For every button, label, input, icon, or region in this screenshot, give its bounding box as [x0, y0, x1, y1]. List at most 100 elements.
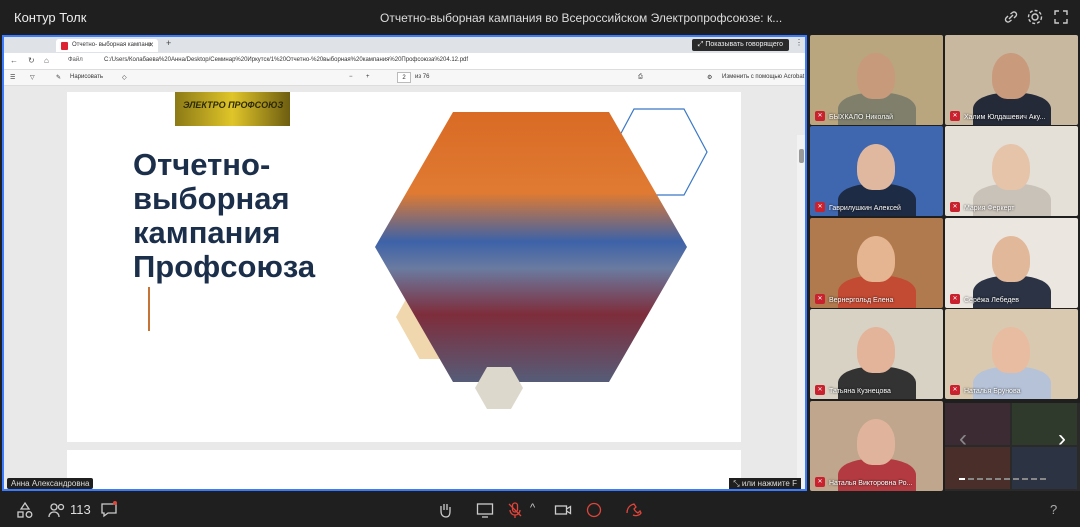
participant-name: Гаврилушкин Алексей [829, 205, 901, 212]
draw-button[interactable]: Нарисовать [70, 74, 103, 80]
record-icon[interactable] [585, 501, 603, 519]
show-speaker-button[interactable]: ⤢ Показывать говорящего [691, 39, 789, 51]
headline-line: Отчетно- [133, 147, 271, 182]
gear-icon[interactable] [1026, 8, 1044, 26]
shapes-icon[interactable] [16, 501, 34, 519]
participants-icon[interactable] [48, 501, 66, 519]
participant-name: Вернергольд Елена [829, 297, 894, 304]
screen-share-icon[interactable] [476, 501, 494, 519]
pdf-toolbar: ☰ ▽ ✎ Нарисовать ◇ − + 2 из 76 ⎙ ⚙ Измен… [4, 70, 805, 86]
menu-icon[interactable]: ☰ [10, 74, 15, 81]
pdf-viewport[interactable]: ЭЛЕКТРО ПРОФСОЮЗ Отчетно- выборная кампа… [4, 86, 805, 489]
address-bar[interactable]: ← ↻ ⌂ Файл C:/Users/Колабаева%20Анна/Des… [4, 53, 805, 70]
mic-off-icon: ✕ [815, 111, 825, 121]
chat-icon[interactable] [100, 501, 118, 519]
participant-video [857, 419, 895, 465]
fullscreen-icon[interactable] [1052, 8, 1070, 26]
participant-tile[interactable]: ✕ Гаврилушкин Алексей [810, 126, 943, 216]
chevron-left-icon[interactable]: ‹ [959, 425, 967, 453]
eraser-icon[interactable]: ◇ [122, 74, 127, 81]
participant-tile[interactable]: ✕ БЫХКАЛО Николай [810, 35, 943, 125]
participant-count[interactable]: 113 [70, 502, 91, 517]
filter-icon[interactable]: ▽ [30, 74, 35, 81]
carousel-dots [959, 467, 1049, 485]
close-tab-icon[interactable]: ✕ [148, 41, 154, 49]
more-icon[interactable]: ⋮ [795, 38, 803, 47]
mic-off-icon: ✕ [815, 294, 825, 304]
browser-tab-bar: Отчетно- выборная кампани ✕ + ⤢ Показыва… [4, 37, 805, 53]
participant-tile[interactable]: ✕ Вернергольд Елена [810, 218, 943, 308]
participant-name: Наталья Брунова [964, 388, 1021, 395]
scroll-thumb[interactable] [799, 149, 804, 163]
participant-tile[interactable]: ✕ Серёжа Лебедев [945, 218, 1078, 308]
meeting-title: Отчетно-выборная кампания во Всероссийск… [380, 11, 783, 25]
screen-share: Отчетно- выборная кампани ✕ + ⤢ Показыва… [2, 35, 807, 491]
back-icon[interactable]: ← [10, 56, 18, 65]
zoom-out-icon[interactable]: − [349, 74, 353, 80]
pdf-page: ЭЛЕКТРО ПРОФСОЮЗ Отчетно- выборная кампа… [67, 92, 741, 442]
slide-headline: Отчетно- выборная кампания Профсоюза [133, 148, 373, 284]
participant-video [857, 53, 895, 99]
home-icon[interactable]: ⌂ [44, 56, 49, 65]
carousel-thumb [1012, 403, 1077, 445]
url-text: C:/Users/Колабаева%20Анна/Desktop/Семина… [104, 57, 469, 63]
carousel-thumb [945, 403, 1010, 445]
print-icon[interactable]: ⎙ [638, 74, 643, 81]
pdf-icon [61, 42, 68, 50]
link-icon[interactable] [1002, 8, 1020, 26]
browser-tab[interactable]: Отчетно- выборная кампани ✕ [56, 39, 158, 52]
show-speaker-label: Показывать говорящего [705, 41, 783, 48]
participant-video [857, 144, 895, 190]
raise-hand-icon[interactable] [436, 501, 454, 519]
acrobat-button[interactable]: Изменить с помощью Acrobat [722, 74, 804, 80]
pdf-page-next [67, 450, 741, 489]
zoom-in-icon[interactable]: + [366, 74, 370, 80]
mic-off-icon: ✕ [815, 385, 825, 395]
participant-name: БЫХКАЛО Николай [829, 114, 894, 121]
help-icon[interactable]: ? [1050, 502, 1057, 517]
mic-off-icon: ✕ [950, 111, 960, 121]
mic-off-icon: ✕ [950, 294, 960, 304]
presenter-name: Анна Александровна [7, 478, 94, 489]
headline-line: кампания [133, 215, 281, 250]
tab-title: Отчетно- выборная кампани [72, 42, 152, 48]
chevron-up-icon[interactable]: ^ [530, 502, 535, 514]
hint-text: или нажмите F [741, 479, 797, 488]
participant-tile[interactable]: ✕ Татьяна Кузнецова [810, 309, 943, 399]
union-logo: ЭЛЕКТРО ПРОФСОЮЗ [175, 92, 290, 126]
participant-tile[interactable]: ✕ Наталья Викторовна Ро... [810, 401, 943, 491]
settings-icon[interactable]: ⚙ [707, 74, 712, 81]
top-bar: Контур Толк Отчетно-выборная кампания во… [0, 0, 1080, 34]
draw-icon[interactable]: ✎ [56, 74, 61, 81]
participant-name: Татьяна Кузнецова [829, 388, 891, 395]
mic-off-icon: ✕ [815, 202, 825, 212]
participant-video [857, 236, 895, 282]
mic-off-icon: ✕ [950, 202, 960, 212]
new-tab-icon[interactable]: + [166, 38, 171, 48]
reload-icon[interactable]: ↻ [28, 56, 35, 65]
page-input[interactable]: 2 [397, 72, 411, 83]
participant-video [992, 327, 1030, 373]
camera-icon[interactable] [554, 501, 572, 519]
scrollbar[interactable] [797, 135, 805, 489]
headline-line: выборная [133, 181, 290, 216]
hang-up-icon[interactable] [624, 501, 642, 519]
participant-tile[interactable]: ✕ Халим Юлдашевич Аку... [945, 35, 1078, 125]
participant-tile[interactable]: ✕ Наталья Брунова [945, 309, 1078, 399]
mic-off-icon: ✕ [950, 385, 960, 395]
exit-hint: ⤡ или нажмите F [729, 478, 801, 489]
page-total: из 76 [415, 74, 430, 80]
chevron-right-icon[interactable]: › [1058, 425, 1066, 453]
participant-name: Наталья Викторовна Ро... [829, 480, 913, 487]
file-label: Файл [68, 57, 83, 63]
participant-tile[interactable]: ✕ Мария Феркерт [945, 126, 1078, 216]
participant-name: Серёжа Лебедев [964, 297, 1020, 304]
participant-video [992, 53, 1030, 99]
accent-line [148, 287, 150, 331]
mic-off-icon[interactable] [506, 501, 524, 519]
participant-name: Мария Феркерт [964, 205, 1015, 212]
participant-name: Халим Юлдашевич Аку... [964, 114, 1046, 121]
carousel-tile[interactable]: ‹ › [945, 403, 1080, 491]
mic-off-icon: ✕ [815, 477, 825, 487]
app-title: Контур Толк [14, 10, 87, 25]
